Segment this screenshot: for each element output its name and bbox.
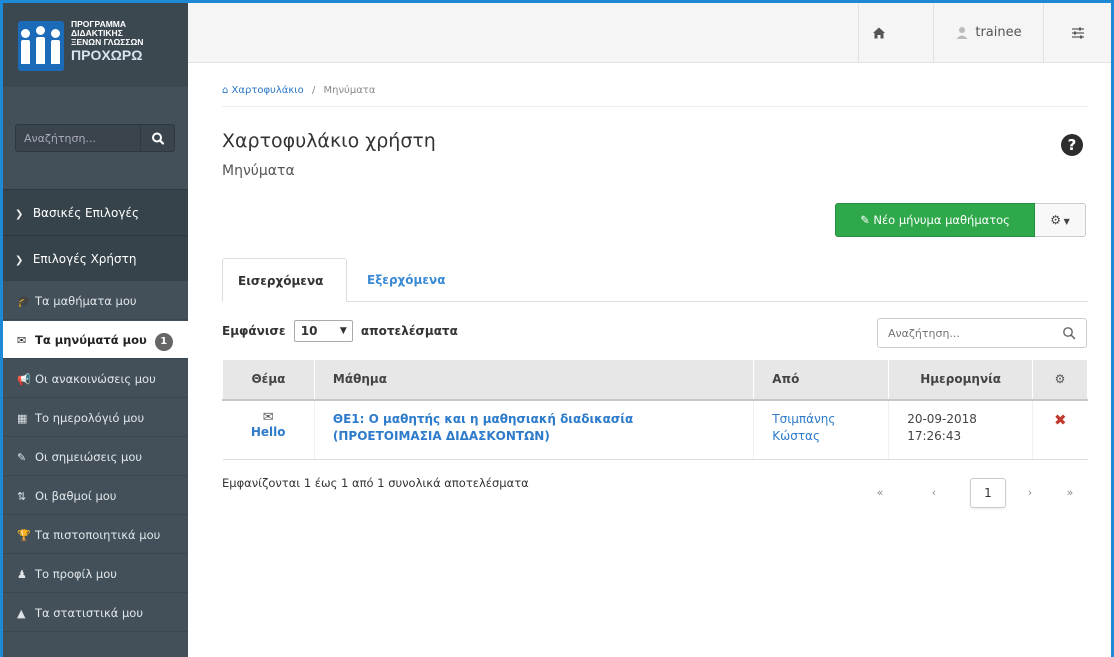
search-icon — [1063, 327, 1076, 340]
column-from[interactable]: Από — [753, 359, 890, 401]
breadcrumb: ⌂ Χαρτοφυλάκιο / Μηνύματα — [222, 85, 376, 96]
people-logo-icon — [18, 21, 64, 71]
sidebar-item-announcements[interactable]: 📢 Οι ανακοινώσεις μου — [3, 360, 188, 398]
sidebar-item-statistics[interactable]: ▲ Τα στατιστικά μου — [3, 594, 188, 632]
table-row: ✉ Hello ΘΕ1: Ο μαθητής και η μαθησιακή δ… — [222, 399, 1088, 460]
logo[interactable]: ΠΡΟΓΡΑΜΜΑ ΔΙΔΑΚΤΙΚΗΣ ΞΕΝΩΝ ΓΛΩΣΣΩΝ ΠΡΟΧΩ… — [3, 3, 188, 87]
graduation-cap-icon: 🎓 — [17, 295, 31, 308]
settings-button[interactable] — [1043, 3, 1111, 63]
options-dropdown-button[interactable]: ⚙ ▼ — [1035, 203, 1086, 237]
user-name: trainee — [975, 25, 1022, 40]
chevron-down-icon: ❯ — [15, 255, 24, 266]
pager-prev-button[interactable]: ‹ — [922, 478, 946, 508]
message-subject-link[interactable]: Hello — [251, 425, 286, 439]
page-size-control: Εμφάνισε 10 ▼ αποτελέσματα — [222, 320, 458, 342]
page-subtitle: Μηνύματα — [222, 163, 295, 179]
pager-first-button[interactable]: « — [868, 478, 892, 508]
section-label: Επιλογές Χρήστη — [32, 252, 137, 266]
section-basic-options[interactable]: ❯ Βασικές Επιλογές — [3, 189, 188, 235]
sidebar-item-grades[interactable]: ⇅ Οι βαθμοί μου — [3, 477, 188, 515]
sidebar-item-messages[interactable]: ✉ Τα μηνύματά μου 1 — [3, 321, 188, 359]
sidebar-item-notes[interactable]: ✎ Οι σημειώσεις μου — [3, 438, 188, 476]
sender-link[interactable]: Τσιμπάνης Κώστας — [772, 412, 835, 443]
home-icon: ⌂ — [222, 85, 232, 96]
breadcrumb-current: Μηνύματα — [323, 85, 376, 96]
user-icon: ♟ — [17, 568, 27, 581]
delete-cell: ✖ — [1032, 399, 1088, 460]
column-course[interactable]: Μάθημα — [313, 359, 755, 401]
from-cell: Τσιμπάνης Κώστας — [753, 399, 889, 460]
divider — [222, 106, 1088, 107]
new-message-button[interactable]: ✎ Νέο μήνυμα μαθήματος — [835, 203, 1035, 237]
calendar-icon: ▦ — [17, 412, 28, 425]
cogs-icon: ⚙ — [1054, 372, 1066, 387]
search-icon — [152, 132, 165, 145]
page-title: Χαρτοφυλάκιο χρήστη — [222, 130, 436, 152]
sidebar-item-courses[interactable]: 🎓 Τα μαθήματα μου — [3, 282, 188, 320]
column-date[interactable]: Ημερομηνία — [888, 359, 1034, 401]
subject-cell: ✉ Hello — [222, 399, 315, 460]
section-label: Βασικές Επιλογές — [32, 206, 139, 220]
top-bar: trainee — [188, 3, 1111, 63]
course-cell: ΘΕ1: Ο μαθητής και η μαθησιακή διαδικασί… — [313, 399, 754, 460]
user-menu[interactable]: trainee — [933, 3, 1043, 63]
column-subject[interactable]: Θέμα — [222, 359, 315, 401]
chevron-right-icon: ❯ — [15, 209, 24, 220]
sliders-icon — [1071, 27, 1084, 38]
sidebar-search-button[interactable] — [140, 124, 175, 152]
course-link[interactable]: ΘΕ1: Ο μαθητής και η μαθησιακή διαδικασί… — [333, 412, 633, 443]
area-chart-icon: ▲ — [17, 607, 26, 620]
bullhorn-icon: 📢 — [17, 373, 31, 386]
sort-numeric-icon: ⇅ — [17, 490, 27, 503]
edit-icon: ✎ — [860, 213, 874, 227]
cogs-icon: ⚙ — [1050, 213, 1062, 227]
sidebar-search — [15, 124, 175, 152]
trophy-icon: 🏆 — [17, 529, 31, 542]
logo-text: ΠΡΟΓΡΑΜΜΑ ΔΙΔΑΚΤΙΚΗΣ ΞΕΝΩΝ ΓΛΩΣΣΩΝ ΠΡΟΧΩ… — [71, 19, 144, 64]
delete-icon[interactable]: ✖ — [1054, 411, 1067, 429]
home-button[interactable] — [858, 3, 898, 63]
envelope-icon: ✉ — [17, 334, 27, 347]
sidebar-item-certificates[interactable]: 🏆 Τα πιστοποιητικά μου — [3, 516, 188, 554]
table-header-row: Θέμα Μάθημα Από Ημερομηνία ⚙ — [222, 359, 1088, 401]
breadcrumb-home-link[interactable]: ⌂ Χαρτοφυλάκιο — [222, 85, 304, 96]
table-info: Εμφανίζονται 1 έως 1 από 1 συνολικά αποτ… — [222, 476, 529, 490]
sidebar-item-profile[interactable]: ♟ Το προφίλ μου — [3, 555, 188, 593]
messages-table: Θέμα Μάθημα Από Ημερομηνία ⚙ ✉ Hello ΘΕ1… — [222, 359, 1088, 460]
sidebar-search-input[interactable] — [15, 124, 140, 152]
column-actions: ⚙ — [1032, 359, 1088, 401]
caret-down-icon: ▼ — [339, 326, 347, 336]
unread-badge: 1 — [154, 333, 173, 351]
tab-outbox[interactable]: Εξερχόμενα — [352, 258, 460, 302]
home-icon — [872, 27, 885, 38]
page-size-select[interactable]: 10 ▼ — [293, 320, 353, 342]
pager-next-button[interactable]: › — [1018, 478, 1042, 508]
tab-inbox[interactable]: Εισερχόμενα — [222, 258, 347, 302]
edit-icon: ✎ — [17, 451, 27, 464]
date-cell: 20-09-2018 17:26:43 — [888, 399, 1033, 460]
pager-last-button[interactable]: » — [1058, 478, 1082, 508]
pager-page-1[interactable]: 1 — [970, 478, 1006, 508]
sidebar-item-calendar[interactable]: ▦ Το ημερολόγιό μου — [3, 399, 188, 437]
user-avatar-icon — [956, 26, 968, 39]
table-search-input[interactable] — [877, 318, 1087, 348]
help-icon[interactable]: ? — [1061, 134, 1083, 156]
section-user-options[interactable]: ❯ Επιλογές Χρήστη — [3, 235, 188, 281]
envelope-icon: ✉ — [262, 409, 274, 425]
caret-down-icon: ▼ — [1061, 217, 1070, 226]
sidebar: ΠΡΟΓΡΑΜΜΑ ΔΙΔΑΚΤΙΚΗΣ ΞΕΝΩΝ ΓΛΩΣΣΩΝ ΠΡΟΧΩ… — [3, 3, 188, 657]
